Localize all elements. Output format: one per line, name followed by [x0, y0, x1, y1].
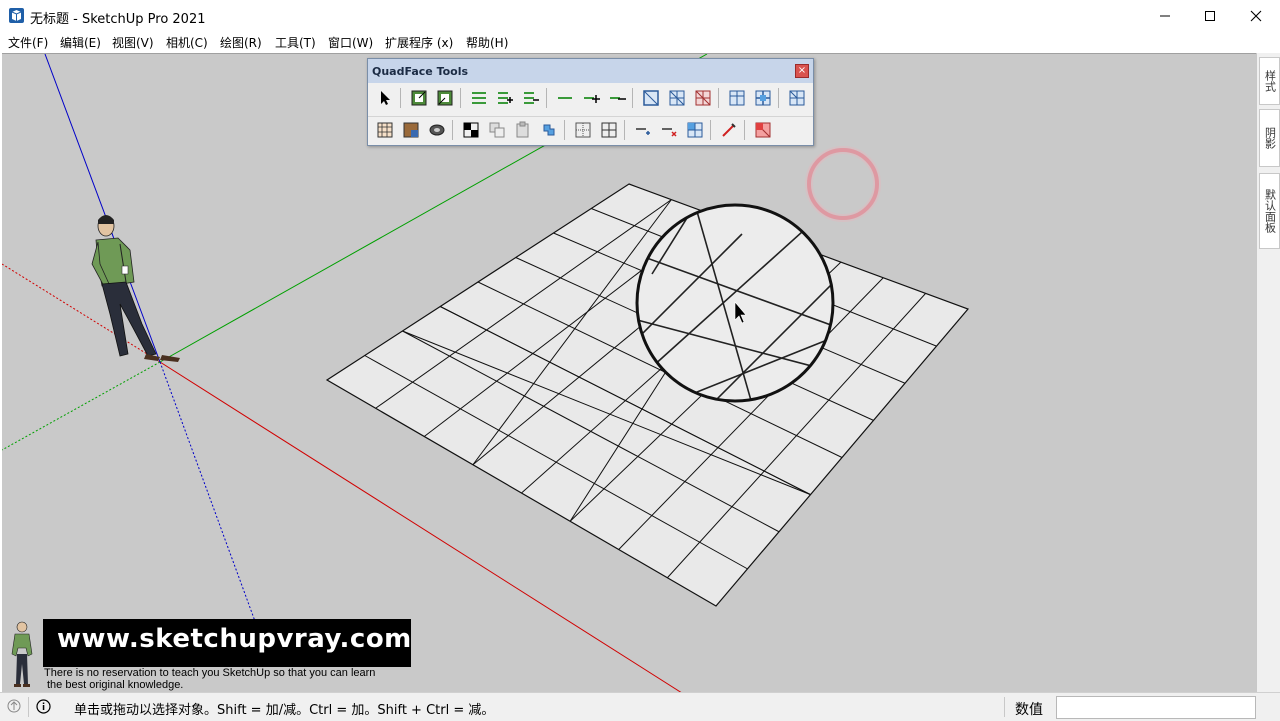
menu-extensions[interactable]: 扩展程序 (x) [385, 34, 453, 51]
copy-uv-icon[interactable] [488, 121, 506, 139]
tab-default-tray[interactable]: 默认面板 [1259, 173, 1280, 249]
menu-help[interactable]: 帮助(H) [466, 34, 508, 51]
quadface-toolbar-row-2 [368, 116, 813, 143]
shrink-loop-icon[interactable] [608, 89, 626, 107]
menu-file[interactable]: 文件(F) [8, 34, 48, 51]
checker-icon[interactable] [462, 121, 480, 139]
line-tool-icon[interactable] [720, 121, 738, 139]
scale-figure-person[interactable] [91, 215, 180, 362]
close-button[interactable] [1233, 0, 1279, 32]
remove-triangulation-icon[interactable] [600, 121, 618, 139]
region-to-loop-icon[interactable] [642, 89, 660, 107]
remove-loop-icon[interactable] [634, 121, 652, 139]
window-title: 无标题 - SketchUp Pro 2021 [30, 12, 206, 27]
watermark-caption-line-1: There is no reservation to teach you Ske… [44, 667, 376, 679]
tab-styles[interactable]: 样式 [1259, 57, 1280, 105]
menu-tools[interactable]: 工具(T) [275, 34, 316, 51]
watermark-caption: There is no reservation to teach you Ske… [44, 667, 375, 691]
measurements-label: 数值 [1015, 702, 1043, 718]
insert-loops-icon[interactable] [754, 89, 772, 107]
build-corners-icon[interactable] [788, 89, 806, 107]
menu-view[interactable]: 视图(V) [112, 34, 154, 51]
close-icon [1250, 10, 1262, 22]
select-ring-icon[interactable] [470, 89, 488, 107]
quadface-tools-titlebar[interactable]: QuadFace Tools × [368, 59, 813, 83]
maximize-button[interactable] [1187, 0, 1233, 32]
blue-axis-negative [159, 361, 268, 655]
right-tray: 样式 阴影 默认面板 [1256, 53, 1280, 692]
geo-location-icon[interactable] [7, 699, 21, 713]
unwrap-uv-icon[interactable] [428, 121, 446, 139]
watermark-person-icon [11, 621, 33, 687]
menu-window[interactable]: 窗口(W) [328, 34, 373, 51]
quadface-tools-window[interactable]: QuadFace Tools × [367, 58, 814, 146]
dissolve-loop-icon[interactable] [660, 121, 678, 139]
status-bar: 单击或拖动以选择对象。Shift = 加/减。Ctrl = 加。Shift + … [0, 692, 1280, 721]
watermark-banner: www.sketchupvray.com [43, 619, 411, 667]
uv-texture-icon[interactable] [402, 121, 420, 139]
select-tool-icon[interactable] [376, 89, 394, 107]
grow-ring-icon[interactable] [496, 89, 514, 107]
status-hint: 单击或拖动以选择对象。Shift = 加/减。Ctrl = 加。Shift + … [74, 703, 495, 718]
uv-map-icon[interactable] [376, 121, 394, 139]
blue-axis [44, 54, 161, 363]
shrink-ring-icon[interactable] [522, 89, 540, 107]
green-axis-negative [2, 361, 161, 451]
select-loop-icon[interactable] [556, 89, 574, 107]
quadface-toolbar-row-1 [368, 85, 813, 111]
minimize-icon [1160, 15, 1170, 17]
watermark-caption-line-2: the best original knowledge. [47, 679, 184, 691]
connect-edges-icon[interactable] [728, 89, 746, 107]
offset-loop-icon[interactable] [540, 121, 558, 139]
triangulate-icon[interactable] [574, 121, 592, 139]
select-quads-icon[interactable] [668, 89, 686, 107]
smart-deselect-icon[interactable] [436, 89, 454, 107]
grow-loop-icon[interactable] [582, 89, 600, 107]
select-ngons-icon[interactable] [694, 89, 712, 107]
minimize-button[interactable] [1142, 0, 1188, 32]
menu-draw[interactable]: 绘图(R) [220, 34, 262, 51]
measurements-input[interactable] [1056, 696, 1256, 719]
make-planar-icon[interactable] [754, 121, 772, 139]
title-bar: 无标题 - SketchUp Pro 2021 [0, 0, 1280, 32]
menu-camera[interactable]: 相机(C) [166, 34, 208, 51]
paste-uv-icon[interactable] [514, 121, 532, 139]
tab-shadows[interactable]: 阴影 [1259, 109, 1280, 167]
info-icon[interactable] [36, 699, 51, 714]
maximize-icon [1205, 11, 1215, 21]
quadface-close-button[interactable]: × [795, 64, 809, 78]
smart-select-icon[interactable] [410, 89, 428, 107]
watermark-url: www.sketchupvray.com [57, 624, 412, 654]
wireframe-to-quads-icon[interactable] [686, 121, 704, 139]
scene-canvas[interactable] [2, 54, 1256, 693]
quadface-tools-title: QuadFace Tools [372, 65, 469, 78]
quad-mesh-plane[interactable] [325, 183, 970, 607]
model-viewport[interactable] [2, 53, 1256, 693]
menu-edit[interactable]: 编辑(E) [60, 34, 101, 51]
sketchup-logo-icon [9, 8, 24, 23]
menu-bar: 文件(F) 编辑(E) 视图(V) 相机(C) 绘图(R) 工具(T) 窗口(W… [0, 32, 1280, 52]
